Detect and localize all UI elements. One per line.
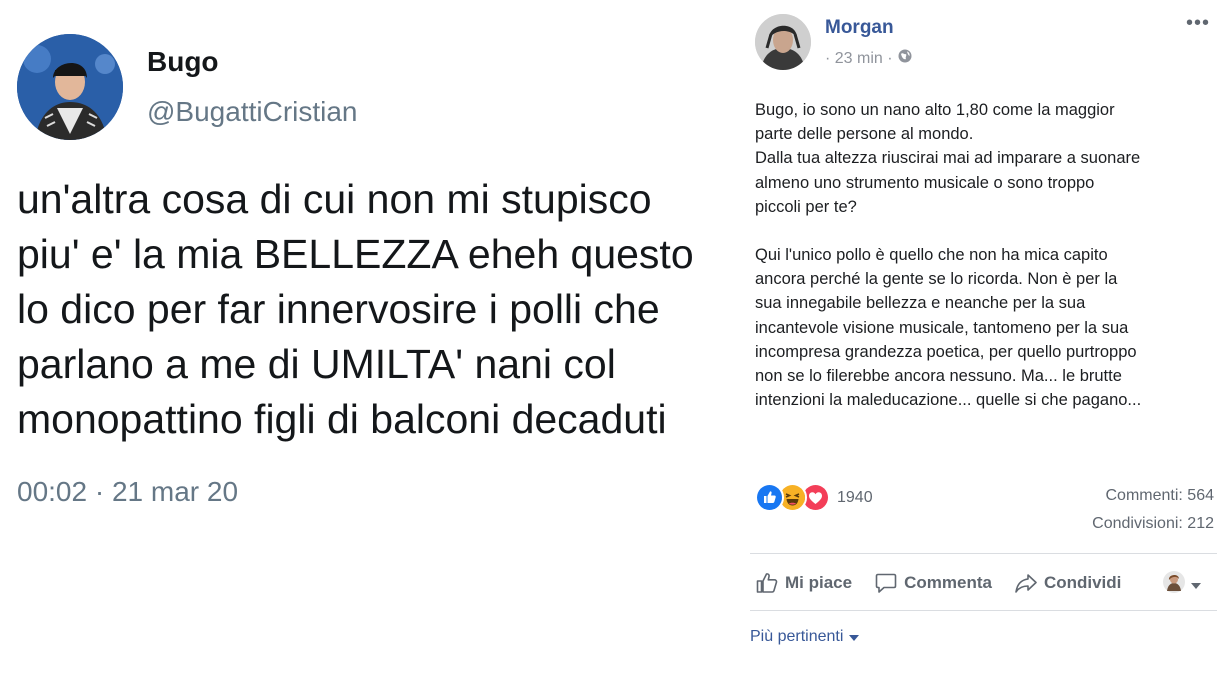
comment-count[interactable]: Commenti: 564	[1106, 487, 1215, 505]
fb-text-line: Qui l'unico pollo è quello che non ha mi…	[755, 246, 1108, 265]
share-arrow-icon	[1014, 571, 1038, 595]
fb-text-line: sua innegabile bellezza e neanche per la…	[755, 294, 1086, 313]
fb-reactions[interactable]: 1940	[755, 483, 873, 512]
share-count[interactable]: Condivisioni: 212	[1092, 515, 1214, 533]
fb-author-name[interactable]: Morgan	[825, 17, 894, 39]
fb-text-line: non se lo filerebbe ancora nessuno. Ma..…	[755, 367, 1122, 386]
fb-text-line: piccoli per te?	[755, 197, 857, 216]
thumbs-up-icon	[755, 571, 779, 595]
comment-button[interactable]: Commenta	[874, 571, 992, 595]
fb-post-time[interactable]: · 23 min ·	[825, 50, 893, 68]
comment-sort-label: Più pertinenti	[750, 628, 844, 645]
fb-text-line: Bugo, io sono un nano alto 1,80 come la …	[755, 101, 1115, 119]
chevron-down-icon	[849, 628, 860, 646]
share-button[interactable]: Condividi	[1014, 571, 1121, 595]
fb-text-line: ancora perché la gente se lo ricorda. No…	[755, 270, 1118, 289]
fb-text-line: Dalla tua altezza riuscirai mai ad impar…	[755, 149, 1141, 168]
fb-post-meta: · 23 min ·	[825, 49, 912, 68]
fb-text-line: incantevole visione musicale, tantomeno …	[755, 318, 1129, 337]
fb-text-line: almeno uno strumento musicale o sono tro…	[755, 173, 1095, 192]
tweet-text-line: lo dico per far innervosire i polli che	[17, 286, 660, 332]
like-icon	[755, 483, 784, 512]
comment-sort-dropdown[interactable]: Più pertinenti	[750, 628, 860, 646]
tweet-timestamp[interactable]: 00:02 · 21 mar 20	[17, 476, 238, 508]
tweet-text-line: piu' e' la mia BELLEZZA eheh questo	[17, 231, 694, 277]
tweet-text-line: un'altra cosa di cui non mi stupisco	[17, 176, 652, 222]
fb-action-bar: Mi piace Commenta Condividi	[755, 566, 1215, 600]
fb-text-line: parte delle persone al mondo.	[755, 125, 974, 144]
fb-text-line: incompresa grandezza poetica, per quello…	[755, 342, 1137, 361]
more-options-icon[interactable]: •••	[1186, 12, 1210, 35]
chevron-down-icon	[1191, 576, 1201, 594]
fb-text-line: intenzioni la maleducazione... quelle si…	[755, 391, 1142, 410]
reaction-count[interactable]: 1940	[837, 489, 873, 507]
post-as-selector[interactable]	[1163, 571, 1201, 598]
like-button-label: Mi piace	[785, 573, 853, 592]
tweet-text-line: monopattino figli di balconi decaduti	[17, 396, 667, 442]
fb-post-text: Bugo, io sono un nano alto 1,80 come la …	[755, 98, 1215, 412]
tweet-author-name[interactable]: Bugo	[147, 46, 219, 78]
fb-author-avatar[interactable]	[755, 14, 811, 70]
globe-icon	[898, 49, 912, 68]
comment-button-label: Commenta	[904, 573, 992, 592]
profile-avatar-icon	[1163, 571, 1185, 598]
share-button-label: Condividi	[1043, 573, 1122, 592]
comment-bubble-icon	[874, 571, 898, 595]
like-button[interactable]: Mi piace	[755, 571, 852, 595]
tweet-author-handle[interactable]: @BugattiCristian	[147, 96, 358, 128]
divider	[750, 610, 1217, 611]
tweet-text: un'altra cosa di cui non mi stupisco piu…	[17, 172, 737, 447]
tweet-text-line: parlano a me di UMILTA' nani col	[17, 341, 616, 387]
tweet-avatar[interactable]	[17, 34, 123, 140]
divider	[750, 553, 1217, 554]
